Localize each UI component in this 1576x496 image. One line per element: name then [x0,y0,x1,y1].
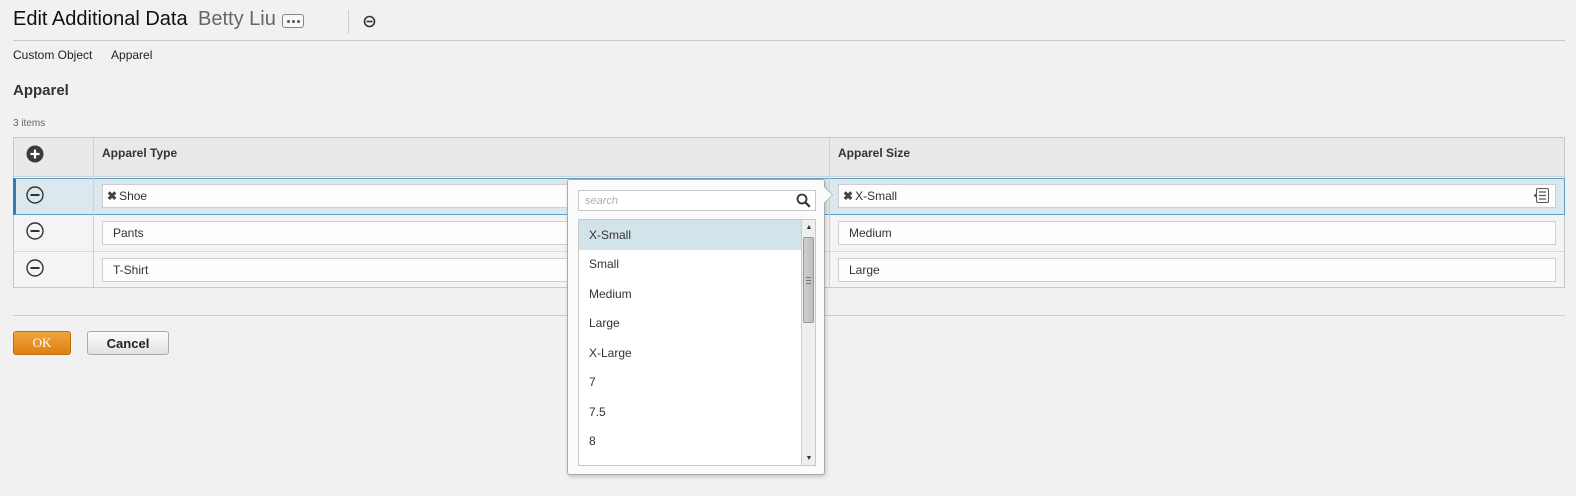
more-options-icon [286,19,290,23]
apparel-type-field[interactable]: ✖ Shoe [102,184,570,208]
apparel-size-field[interactable]: Large [838,258,1556,282]
page-title: Edit Additional Data [13,8,188,30]
option-7-5[interactable]: 7.5 [579,397,801,427]
option-8[interactable]: 8 [579,427,801,457]
option-7[interactable]: 7 [579,368,801,398]
link-icon[interactable] [363,15,376,28]
options-scrollbar[interactable]: ▲ ▼ [801,220,815,465]
scroll-thumb[interactable] [803,237,814,323]
size-dropdown-popup: X-Small Small Medium Large X-Large 7 7.5… [567,179,825,475]
column-header-apparel-size[interactable]: Apparel Size [838,146,910,160]
section-title: Apparel [13,82,69,99]
option-x-large[interactable]: X-Large [579,338,801,368]
apparel-type-value: Shoe [119,189,148,203]
apparel-size-field[interactable]: ✖ X-Small [838,184,1556,208]
option-x-small[interactable]: X-Small [579,220,801,250]
more-options-button[interactable] [282,14,304,28]
apparel-size-field[interactable]: Medium [838,221,1556,245]
more-dot [291,19,295,23]
cancel-button[interactable]: Cancel [87,331,169,355]
breadcrumb-item-apparel[interactable]: Apparel [111,48,152,62]
apparel-type-value: T-Shirt [113,263,149,277]
scroll-up-arrow-icon[interactable]: ▲ [802,220,815,234]
apparel-size-value: Medium [849,226,892,240]
size-options-list: X-Small Small Medium Large X-Large 7 7.5… [578,219,816,466]
remove-row-icon[interactable] [26,259,44,277]
search-field[interactable] [578,190,816,211]
item-count: 3 items [13,118,46,129]
clear-x-icon[interactable]: ✖ [843,189,853,203]
table-header: Apparel Type Apparel Size [14,138,1564,177]
column-header-apparel-type[interactable]: Apparel Type [102,146,177,160]
option-small[interactable]: Small [579,250,801,280]
apparel-type-field[interactable]: T-Shirt [102,258,570,282]
clear-x-icon[interactable]: ✖ [107,189,117,203]
scroll-down-arrow-icon[interactable]: ▼ [802,451,815,465]
column-divider [93,138,94,287]
remove-row-icon[interactable] [26,222,44,240]
header-rule [13,40,1565,41]
option-8-5[interactable]: 8.5 [579,456,801,465]
ok-button[interactable]: OK [13,331,71,355]
add-row-icon[interactable] [26,145,44,163]
option-list: X-Small Small Medium Large X-Large 7 7.5… [579,220,801,465]
option-large[interactable]: Large [579,309,801,339]
apparel-size-value: Large [849,263,880,277]
more-dot [296,19,300,23]
grip-icon [806,276,811,284]
column-divider [829,138,830,287]
search-icon[interactable] [796,193,811,208]
apparel-type-field[interactable]: Pants [102,221,570,245]
remove-row-icon[interactable] [26,186,44,204]
person-name: Betty Liu [198,8,276,30]
list-picker-icon[interactable] [1533,188,1549,203]
breadcrumb-item-custom-object[interactable]: Custom Object [13,48,92,62]
option-medium[interactable]: Medium [579,279,801,309]
popup-pointer-inner [824,187,832,203]
apparel-size-value: X-Small [855,189,898,203]
breadcrumb: Custom Object Apparel [13,48,168,62]
apparel-type-value: Pants [113,226,144,240]
header-divider [348,10,349,34]
search-input[interactable] [579,191,789,210]
